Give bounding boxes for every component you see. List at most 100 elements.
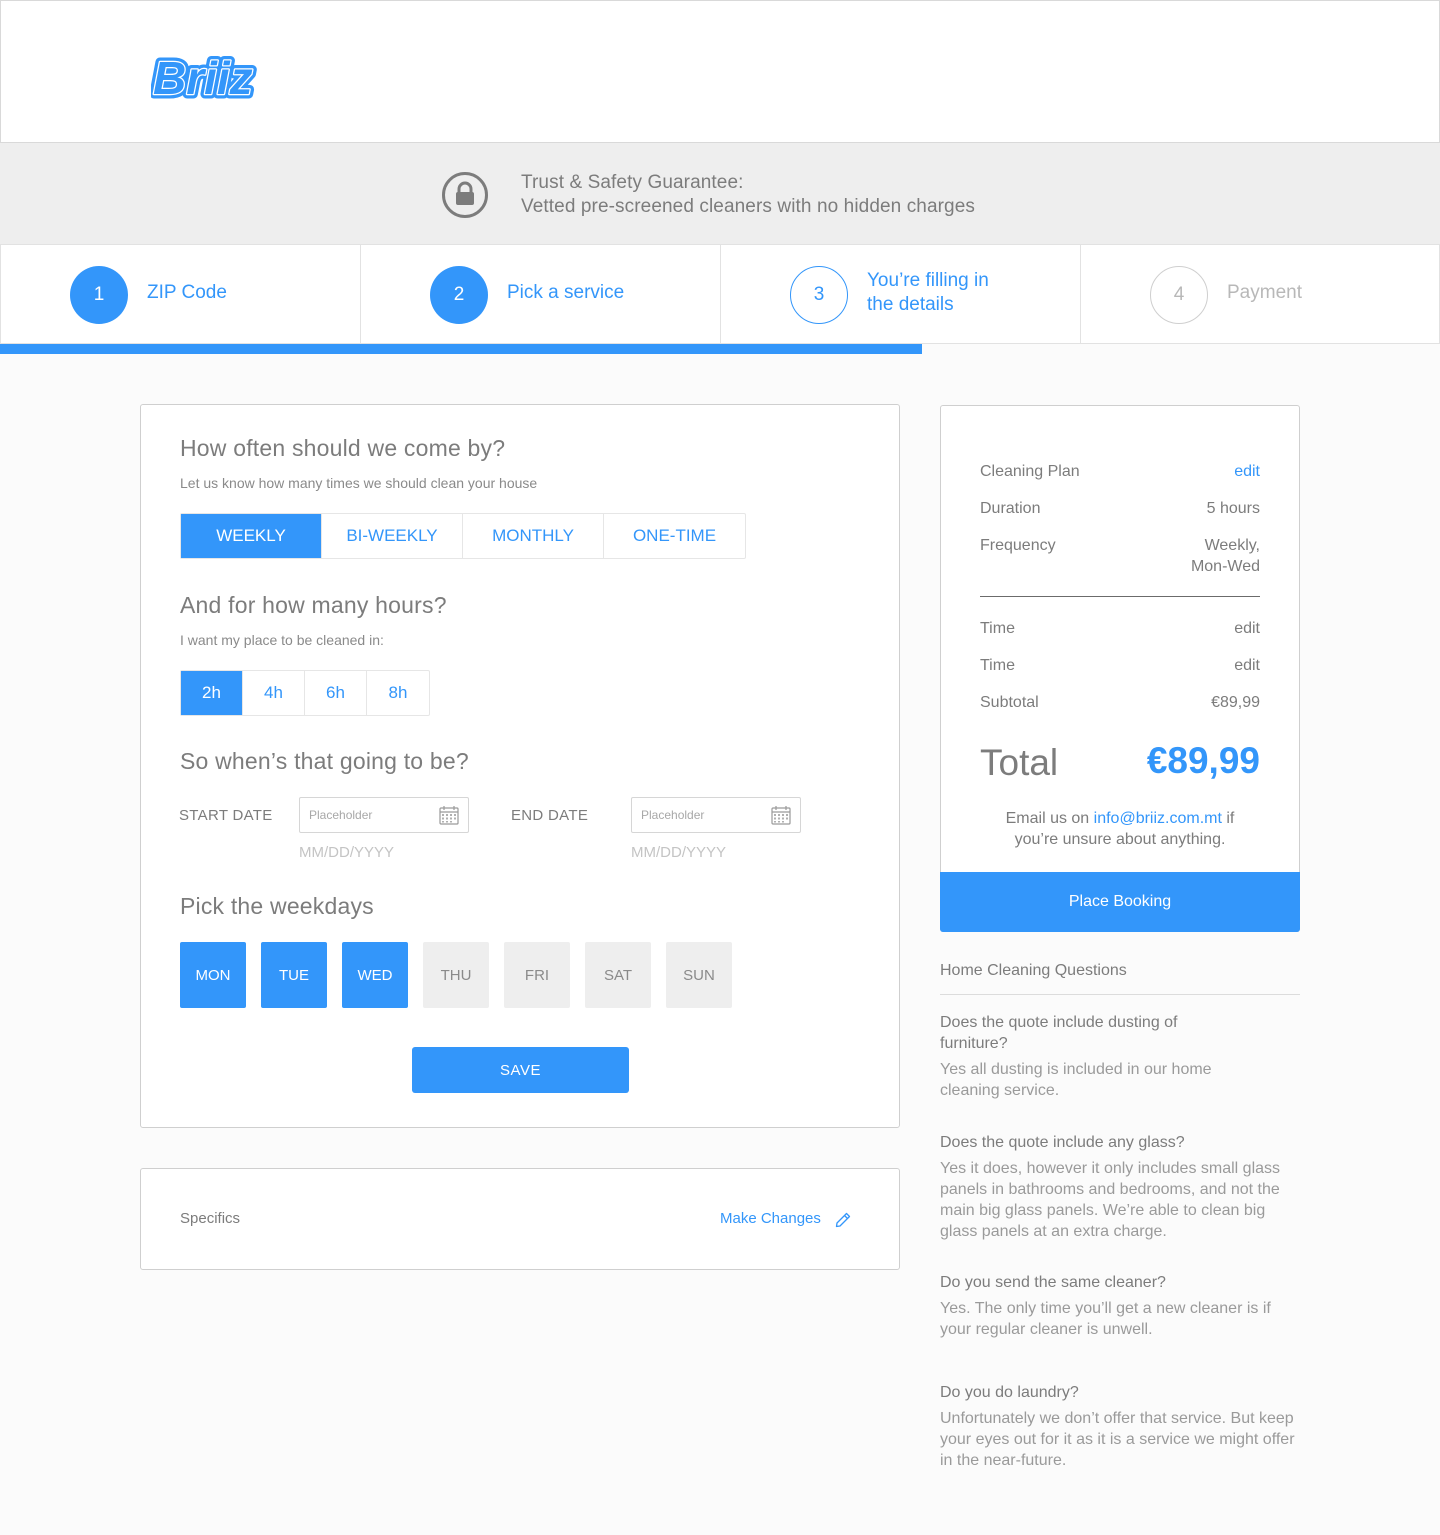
hours-option-6h[interactable]: 6h	[305, 671, 367, 715]
specifics-title: Specifics	[180, 1210, 241, 1227]
frequency-option-one-time[interactable]: ONE-TIME	[604, 514, 745, 558]
calendar-icon[interactable]	[771, 806, 791, 825]
faq-answer: Unfortunately we don’t offer that servic…	[940, 1410, 1295, 1469]
email-suffix: if	[1226, 810, 1235, 827]
step-label-line2: the details	[867, 294, 954, 315]
hours-option-4h[interactable]: 4h	[243, 671, 305, 715]
step-payment[interactable]: 4 Payment	[1081, 245, 1440, 343]
step-pick-service[interactable]: 2 Pick a service	[361, 245, 721, 343]
weekday-mon[interactable]: MON	[180, 942, 246, 1008]
total-value: €89,99	[1146, 740, 1260, 781]
summary-value-line1: Weekly,	[1204, 537, 1260, 554]
progress-bar	[0, 344, 922, 354]
step-zip-code[interactable]: 1 ZIP Code	[1, 245, 361, 343]
faq-answer: Yes all dusting is included in our home …	[940, 1061, 1212, 1099]
site-header: Briiz Briiz	[0, 0, 1440, 143]
place-booking-button[interactable]: Place Booking	[940, 872, 1300, 932]
email-note: Email us on info@briiz.com.mt if you’re …	[971, 808, 1269, 850]
briiz-logo[interactable]: Briiz Briiz	[151, 51, 283, 101]
frequency-heading: How often should we come by?	[180, 435, 506, 461]
progress-steps: 1 ZIP Code 2 Pick a service 3 You’re fil…	[0, 245, 1440, 344]
step-number: 2	[430, 266, 488, 324]
weekday-fri[interactable]: FRI	[504, 942, 570, 1008]
frequency-option-weekly[interactable]: WEEKLY	[181, 514, 322, 558]
weekday-wed[interactable]: WED	[342, 942, 408, 1008]
svg-text:Briiz: Briiz	[153, 52, 253, 101]
pencil-icon[interactable]	[835, 1212, 851, 1228]
trust-subtitle: Vetted pre-screened cleaners with no hid…	[521, 196, 975, 217]
summary-row-duration: Duration 5 hours	[980, 498, 1260, 519]
save-button[interactable]: SAVE	[412, 1047, 629, 1093]
summary-label: Time	[980, 657, 1015, 674]
faq-question: Does the quote include dusting of furnit…	[940, 1014, 1178, 1052]
booking-summary-card: Cleaning Plan edit Duration 5 hours Freq…	[940, 405, 1300, 932]
end-date-format-hint: MM/DD/YYYY	[631, 844, 727, 861]
dates-heading: So when’s that going to be?	[180, 748, 469, 774]
summary-row-frequency: Frequency Weekly, Mon-Wed	[980, 535, 1260, 575]
faq-question: Does the quote include any glass?	[940, 1134, 1185, 1151]
subtotal-value: €89,99	[1211, 694, 1260, 711]
summary-value: 5 hours	[1206, 500, 1260, 517]
summary-row-subtotal: Subtotal €89,99	[980, 692, 1260, 713]
summary-value-line2: Mon-Wed	[1190, 558, 1260, 575]
faq-title: Home Cleaning Questions	[940, 962, 1127, 979]
summary-row-cleaning-plan: Cleaning Plan edit	[980, 461, 1260, 482]
weekday-thu[interactable]: THU	[423, 942, 489, 1008]
email-link[interactable]: info@briiz.com.mt	[1094, 810, 1222, 827]
frequency-option-monthly[interactable]: MONTHLY	[463, 514, 604, 558]
start-date-format-hint: MM/DD/YYYY	[299, 844, 395, 861]
weekdays-heading: Pick the weekdays	[180, 893, 374, 919]
calendar-icon[interactable]	[439, 806, 459, 825]
trust-banner: Trust & Safety Guarantee: Vetted pre-scr…	[0, 143, 1440, 245]
weekday-tue[interactable]: TUE	[261, 942, 327, 1008]
total-label: Total	[980, 742, 1059, 783]
end-date-label: END DATE	[511, 807, 589, 824]
trust-title: Trust & Safety Guarantee:	[521, 172, 744, 193]
step-details[interactable]: 3 You’re filling in the details	[721, 245, 1081, 343]
step-number: 1	[70, 266, 128, 324]
end-date-input[interactable]: Placeholder	[631, 797, 801, 833]
summary-value: Weekly, Mon-Wed	[1191, 535, 1260, 577]
faq-question: Do you send the same cleaner?	[940, 1274, 1166, 1291]
faq-answer: Yes it does, however it only includes sm…	[940, 1160, 1281, 1240]
end-date-placeholder: Placeholder	[641, 808, 705, 822]
booking-form-card: How often should we come by? Let us know…	[140, 404, 900, 1128]
make-changes-link[interactable]: Make Changes	[720, 1210, 821, 1227]
faq-question: Do you do laundry?	[940, 1384, 1079, 1401]
edit-time-link[interactable]: edit	[1234, 618, 1260, 639]
summary-divider	[980, 596, 1260, 597]
summary-row-time: Time edit	[980, 618, 1260, 639]
start-date-label: START DATE	[179, 807, 273, 824]
step-label: Payment	[1227, 282, 1302, 303]
frequency-subtitle: Let us know how many times we should cle…	[180, 475, 538, 491]
faq-divider	[940, 994, 1300, 995]
summary-row-time: Time edit	[980, 655, 1260, 676]
step-label: Pick a service	[507, 282, 625, 303]
frequency-option-bi-weekly[interactable]: BI-WEEKLY	[322, 514, 463, 558]
trust-text: Trust & Safety Guarantee: Vetted pre-scr…	[521, 171, 975, 219]
email-line2: you’re unsure about anything.	[1014, 831, 1226, 848]
hours-option-2h[interactable]: 2h	[181, 671, 243, 715]
step-number: 3	[790, 266, 848, 324]
step-label: You’re filling in the details	[867, 269, 989, 317]
start-date-input[interactable]: Placeholder	[299, 797, 469, 833]
summary-label: Time	[980, 620, 1015, 637]
step-label-line1: You’re filling in	[867, 270, 989, 291]
faq-answer: Yes. The only time you’ll get a new clea…	[940, 1300, 1271, 1338]
email-prefix: Email us on	[1005, 810, 1090, 827]
hours-heading: And for how many hours?	[180, 592, 447, 618]
step-number: 4	[1150, 266, 1208, 324]
edit-time-link[interactable]: edit	[1234, 655, 1260, 676]
frequency-selector: WEEKLY BI-WEEKLY MONTHLY ONE-TIME	[180, 513, 746, 559]
hours-selector: 2h 4h 6h 8h	[180, 670, 430, 716]
hours-option-8h[interactable]: 8h	[367, 671, 429, 715]
specifics-card: Specifics Make Changes	[140, 1168, 900, 1270]
weekday-sun[interactable]: SUN	[666, 942, 732, 1008]
lock-icon	[442, 172, 488, 218]
weekday-sat[interactable]: SAT	[585, 942, 651, 1008]
summary-label: Cleaning Plan	[980, 463, 1080, 480]
hours-subtitle: I want my place to be cleaned in:	[180, 632, 384, 648]
start-date-placeholder: Placeholder	[309, 808, 373, 822]
edit-plan-link[interactable]: edit	[1234, 461, 1260, 482]
step-label: ZIP Code	[147, 282, 227, 303]
